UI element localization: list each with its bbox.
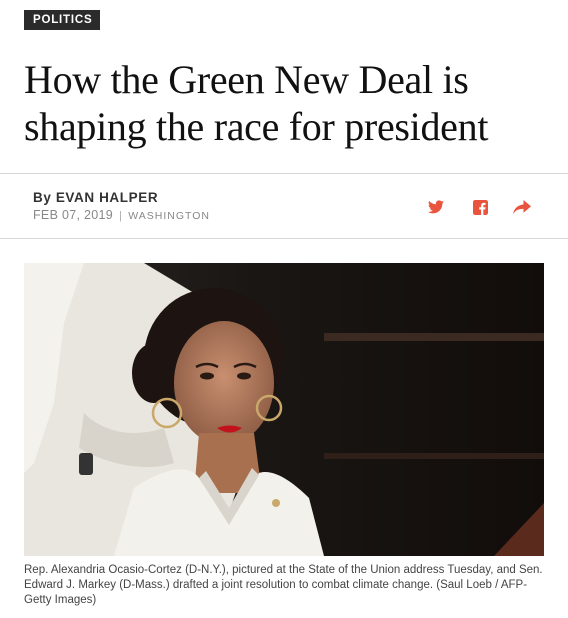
facebook-icon <box>472 199 488 215</box>
photo-illustration <box>24 263 544 556</box>
section-tag[interactable]: POLITICS <box>24 10 101 30</box>
article-meta: FEB 07, 2019 | WASHINGTON <box>33 208 210 222</box>
share-arrow-icon <box>513 199 531 214</box>
publish-date: FEB 07, 2019 <box>33 208 114 222</box>
share-forward-button[interactable] <box>513 198 531 216</box>
twitter-icon <box>428 200 444 214</box>
divider-bottom <box>0 238 568 239</box>
share-twitter-button[interactable] <box>427 198 445 216</box>
divider-top <box>0 173 568 174</box>
dateline-location: WASHINGTON <box>128 210 210 222</box>
meta-separator: | <box>119 210 123 222</box>
share-facebook-button[interactable] <box>471 198 489 216</box>
article-headline: How the Green New Deal is shaping the ra… <box>24 57 489 149</box>
article-photo[interactable] <box>24 263 544 556</box>
byline-prefix: By <box>33 190 52 205</box>
photo-caption: Rep. Alexandria Ocasio-Cortez (D-N.Y.), … <box>24 564 543 606</box>
author-name[interactable]: EVAN HALPER <box>56 190 158 205</box>
byline: By EVAN HALPER <box>33 190 158 205</box>
